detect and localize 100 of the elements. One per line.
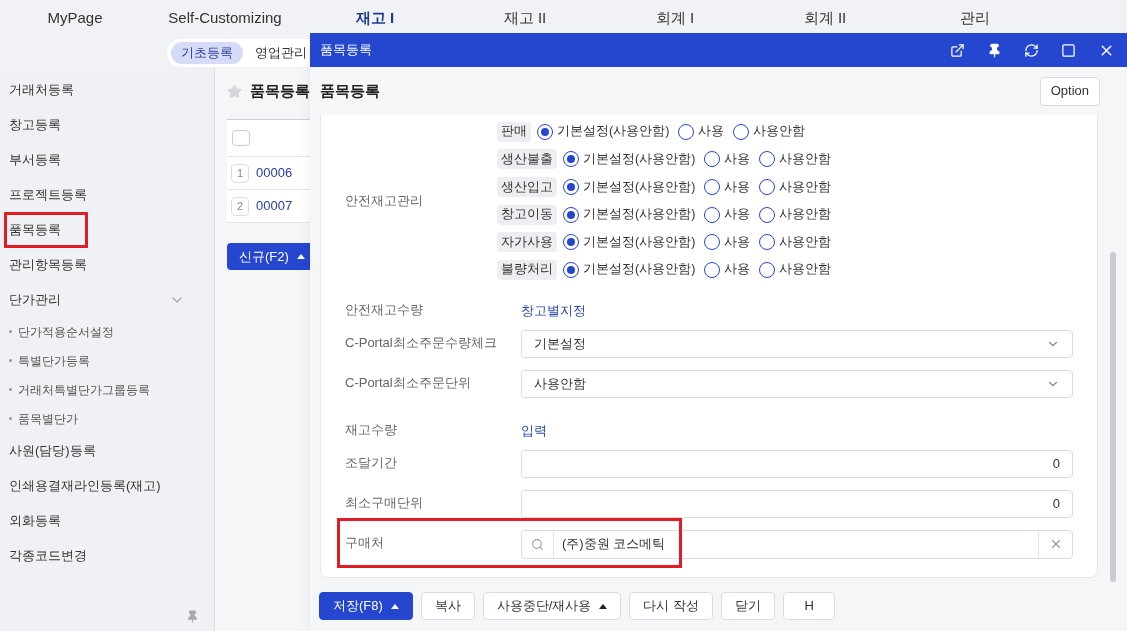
radio-label[interactable]: 기본설정(사용안함) [583, 232, 696, 252]
radio-button[interactable] [678, 123, 695, 140]
top-menu-item[interactable]: 회계 II [750, 7, 900, 30]
footer-button[interactable]: 닫기 [721, 592, 776, 620]
table-cell[interactable]: 00007 [256, 196, 293, 216]
tag-label: 생산입고 [497, 177, 557, 197]
select-field[interactable]: 사용안함 [521, 369, 1073, 398]
page-title: 품목등록 [250, 80, 310, 101]
number-field[interactable]: 0 [521, 449, 1073, 478]
radio-label[interactable]: 사용안함 [753, 122, 806, 142]
option-button[interactable]: Option [1039, 76, 1100, 106]
sidebar-subitem[interactable]: 거래처특별단가그룹등록 [18, 380, 150, 399]
radio-button[interactable] [563, 261, 579, 278]
field-label: 구매처 [345, 533, 385, 552]
top-menu-item[interactable]: 관리 [900, 7, 1050, 30]
bullet-icon [9, 388, 12, 391]
radio-label[interactable]: 기본설정(사용안함) [557, 122, 670, 142]
top-menu-item[interactable]: 재고 II [450, 7, 600, 30]
radio-label[interactable]: 기본설정(사용안함) [583, 150, 696, 169]
search-field[interactable]: (주)중원 코스메틱 [521, 529, 1073, 559]
caret-icon [390, 603, 399, 609]
top-menu-item[interactable]: Self-Customizing [150, 7, 300, 30]
top-menu-item[interactable]: 회계 I [600, 7, 750, 30]
dialog-heading: 품목등록 [320, 80, 381, 101]
radio-button[interactable] [704, 151, 721, 168]
link-text[interactable]: 창고별지정 [521, 302, 586, 318]
footer-button[interactable]: 다시 작성 [629, 592, 714, 620]
bullet-icon [9, 417, 12, 420]
field-label: 재고수량 [345, 420, 398, 439]
top-menu-item[interactable]: 재고 I [300, 7, 450, 30]
sidebar-item[interactable]: 인쇄용결재라인등록(재고) [9, 475, 205, 496]
radio-label[interactable]: 사용 [724, 177, 751, 197]
sidebar-item[interactable]: 부서등록 [9, 149, 205, 170]
radio-button[interactable] [563, 151, 579, 168]
radio-label[interactable]: 기본설정(사용안함) [583, 177, 696, 197]
select-all-checkbox[interactable] [232, 130, 250, 146]
field-value: (주)중원 코스메틱 [561, 535, 667, 554]
radio-label[interactable]: 사용 [698, 122, 725, 142]
select-field[interactable]: 기본설정 [521, 329, 1073, 358]
radio-label[interactable]: 사용안함 [779, 177, 832, 197]
radio-label[interactable]: 기본설정(사용안함) [583, 205, 696, 224]
sidebar-item[interactable]: 품목등록 [9, 219, 205, 240]
radio-button[interactable] [704, 234, 721, 251]
radio-button[interactable] [704, 179, 721, 195]
row-number: 1 [231, 163, 249, 183]
row-number: 2 [231, 196, 249, 216]
footer-button[interactable]: H [783, 592, 836, 620]
radio-label[interactable]: 사용안함 [779, 150, 832, 169]
maximize-icon[interactable] [1061, 42, 1076, 58]
caret-icon [296, 254, 305, 259]
radio-label[interactable]: 사용안함 [779, 205, 832, 224]
radio-button[interactable] [563, 179, 579, 195]
radio-button[interactable] [563, 234, 579, 251]
radio-label[interactable]: 사용 [724, 205, 751, 224]
tag-label: 판매 [497, 121, 531, 142]
radio-button[interactable] [759, 234, 776, 251]
radio-button[interactable] [563, 206, 579, 223]
number-field[interactable]: 0 [521, 489, 1073, 518]
sidebar-item[interactable]: 외화등록 [9, 510, 205, 531]
field-label: 최소구매단위 [345, 493, 424, 512]
radio-label[interactable]: 기본설정(사용안함) [583, 260, 696, 280]
radio-button[interactable] [759, 206, 776, 223]
sidebar-item[interactable]: 창고등록 [9, 114, 205, 135]
link-text[interactable]: 입력 [521, 422, 547, 438]
radio-button[interactable] [704, 206, 721, 223]
radio-button[interactable] [759, 261, 776, 278]
table-cell[interactable]: 00006 [256, 163, 293, 183]
bullet-icon [9, 330, 12, 333]
tag-label: 불량처리 [497, 259, 557, 280]
sidebar-item[interactable]: 각종코드변경 [9, 545, 205, 566]
footer-button[interactable]: 복사 [420, 592, 475, 620]
footer-button[interactable]: 사용중단/재사용 [482, 592, 622, 620]
top-menu-item[interactable]: MyPage [0, 7, 150, 30]
pin-icon[interactable] [987, 42, 1002, 58]
star-icon[interactable] [227, 83, 242, 99]
sidebar-item[interactable]: 단가관리 [9, 289, 169, 310]
radio-label[interactable]: 사용 [724, 232, 751, 252]
radio-button[interactable] [759, 179, 776, 195]
sidebar-item[interactable]: 거래처등록 [9, 79, 205, 100]
radio-label[interactable]: 사용 [724, 260, 751, 280]
radio-button[interactable] [759, 151, 776, 168]
sub-tab[interactable]: 기초등록 [171, 41, 243, 64]
sidebar-subitem[interactable]: 특별단가등록 [18, 351, 90, 370]
external-link-icon[interactable] [950, 42, 965, 58]
sidebar-item[interactable]: 관리항목등록 [9, 254, 205, 275]
sidebar-item[interactable]: 프로젝트등록 [9, 184, 205, 205]
radio-button[interactable] [704, 261, 721, 278]
sidebar-item[interactable]: 사원(담당)등록 [9, 440, 205, 461]
sidebar-subitem[interactable]: 단가적용순서설정 [18, 322, 114, 341]
dialog-title: 품목등록 [320, 41, 373, 60]
radio-label[interactable]: 사용 [724, 150, 751, 169]
bullet-icon [9, 359, 12, 362]
radio-label[interactable]: 사용안함 [779, 232, 832, 252]
sidebar-subitem[interactable]: 품목별단가 [18, 409, 78, 428]
radio-button[interactable] [537, 123, 553, 140]
field-label: C-Portal최소주문수량체크 [345, 333, 498, 352]
refresh-icon[interactable] [1024, 42, 1039, 58]
footer-button[interactable]: 저장(F8) [319, 592, 413, 620]
radio-button[interactable] [733, 123, 750, 140]
radio-label[interactable]: 사용안함 [779, 260, 832, 280]
